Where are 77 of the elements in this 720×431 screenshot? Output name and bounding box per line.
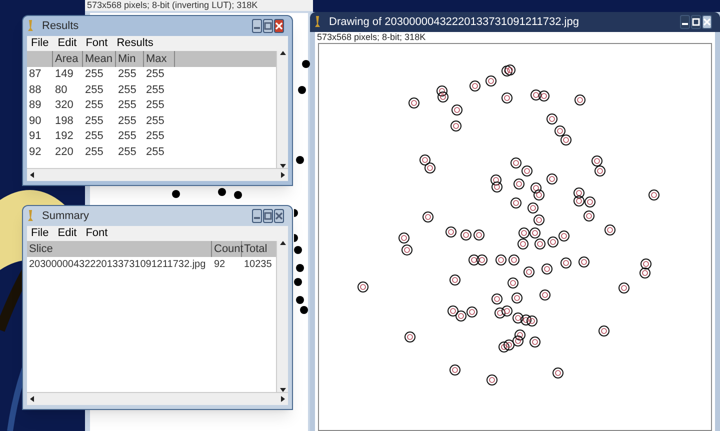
table-cell-text: 255: [84, 67, 104, 82]
table-cell-text: 10235: [243, 258, 273, 272]
table-cell-text: 20300000432220133731091211732.jpg: [28, 258, 207, 272]
up-arrow-icon: [280, 241, 286, 245]
image-info: 573x568 pixels; 8-bit (inverting LUT); 318K: [85, 0, 313, 11]
table-cell-text: 192: [54, 129, 74, 144]
column-header: Slice: [27, 241, 212, 257]
column-header: Count: [212, 241, 242, 257]
table-cell-text: 88: [28, 82, 42, 98]
table-cell-text: 320: [54, 98, 74, 113]
table-cell-text: 255: [117, 114, 138, 128]
column-header: Min: [116, 51, 144, 67]
column-header: Area: [53, 51, 83, 67]
table-cell-text: 255: [145, 114, 166, 128]
table-cell-text: 255: [145, 129, 166, 144]
table-cell-text: 255: [145, 67, 166, 82]
table-cell-text: 149: [54, 67, 74, 82]
menu-item[interactable]: Font: [86, 35, 108, 52]
close-button[interactable]: [274, 19, 284, 33]
menu-item[interactable]: Edit: [58, 35, 77, 52]
maximize-icon: [264, 212, 272, 220]
horizontal-scrollbar[interactable]: [27, 168, 288, 181]
maximize-icon: [692, 18, 700, 26]
column-header: Mean: [83, 51, 116, 67]
table-cell-text: 91: [28, 129, 42, 144]
vertical-scrollbar[interactable]: [276, 241, 288, 392]
table-cell-text: 255: [145, 144, 166, 160]
minimize-button[interactable]: [680, 15, 690, 29]
table-cell-text: 89: [28, 98, 42, 113]
close-icon: [275, 22, 283, 30]
dot-row-drawing: [172, 188, 242, 200]
right-arrow-icon: [281, 396, 285, 402]
window-title: Results: [42, 18, 79, 34]
left-arrow-icon: [30, 172, 34, 178]
maximize-button[interactable]: [691, 15, 701, 29]
menu-item[interactable]: Results: [116, 35, 154, 52]
window-title: Summary: [42, 208, 90, 224]
table-cell-text: 87: [28, 67, 42, 82]
table-cell-text: 80: [54, 82, 68, 98]
close-icon: [275, 212, 283, 220]
table-cell-text: 92: [28, 144, 42, 160]
table-cell-text: 255: [117, 82, 138, 98]
table-cell-text: 255: [145, 98, 166, 113]
table-cell-text: 255: [84, 144, 104, 160]
image-info: 573x568 pixels; 8-bit; 318K: [316, 32, 427, 43]
column-header: Max: [144, 51, 175, 67]
table-cell-text: 255: [117, 129, 138, 144]
window-title: Drawing of 20300000432220133731091211732.jpg: [329, 14, 579, 30]
right-arrow-icon: [281, 172, 285, 178]
vertical-scrollbar[interactable]: [276, 51, 288, 168]
left-arrow-icon: [30, 396, 34, 402]
menu-item[interactable]: Edit: [58, 225, 77, 242]
table-cell-text: 255: [117, 67, 138, 82]
table-cell-text: 255: [84, 129, 104, 144]
close-button[interactable]: [274, 209, 284, 223]
menu-item[interactable]: Font: [86, 225, 108, 242]
maximize-icon: [264, 22, 272, 30]
menu-item[interactable]: File: [31, 35, 49, 52]
table-cell-text: 198: [54, 114, 74, 128]
down-arrow-icon: [280, 164, 286, 168]
table-cell-text: 255: [117, 98, 138, 113]
table-cell-text: 255: [84, 98, 104, 113]
microscope-icon: [27, 20, 34, 32]
table-cell-text: 255: [84, 114, 104, 128]
table-cell-text: 255: [117, 144, 138, 160]
microscope-icon: [27, 210, 34, 222]
close-icon: [703, 18, 711, 26]
down-arrow-icon: [280, 388, 286, 392]
table-cell-text: 220: [54, 144, 74, 160]
menu-item[interactable]: File: [31, 225, 49, 242]
horizontal-scrollbar[interactable]: [27, 392, 288, 405]
close-button[interactable]: [702, 15, 712, 29]
table-cell-text: 90: [28, 114, 42, 128]
table-cell-text: 92: [213, 258, 226, 272]
up-arrow-icon: [280, 51, 286, 55]
table-cell-text: 255: [84, 82, 104, 98]
table-cell-text: 255: [145, 82, 166, 98]
